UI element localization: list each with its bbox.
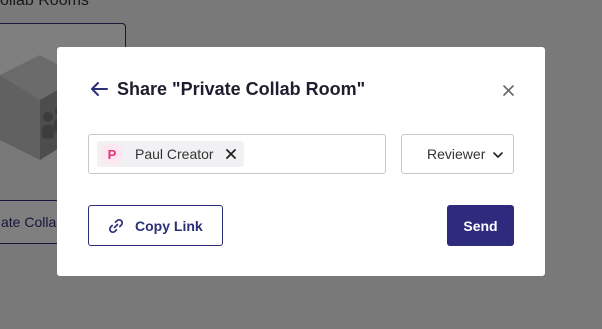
- chevron-down-icon: [493, 152, 503, 158]
- close-icon: [225, 149, 236, 159]
- link-icon: [108, 218, 124, 233]
- avatar: P: [101, 143, 123, 165]
- back-button[interactable]: [89, 79, 109, 99]
- role-selected-value: Reviewer: [427, 146, 486, 162]
- recipient-name: Paul Creator: [135, 146, 214, 162]
- close-button[interactable]: [500, 82, 516, 98]
- copy-link-label: Copy Link: [135, 217, 203, 234]
- dialog-title: Share "Private Collab Room": [117, 78, 366, 99]
- share-recipients-input[interactable]: P Paul Creator: [88, 134, 386, 174]
- dialog-header: Share "Private Collab Room": [89, 79, 365, 99]
- recipient-chip: P Paul Creator: [97, 141, 244, 167]
- role-select[interactable]: Reviewer: [401, 134, 514, 174]
- arrow-left-icon: [91, 82, 108, 96]
- send-button[interactable]: Send: [447, 205, 514, 246]
- close-icon: [502, 84, 514, 96]
- share-dialog: Share "Private Collab Room" P Paul Creat…: [57, 47, 545, 276]
- send-label: Send: [463, 217, 498, 234]
- remove-recipient-button[interactable]: [224, 147, 238, 161]
- copy-link-button[interactable]: Copy Link: [88, 205, 223, 246]
